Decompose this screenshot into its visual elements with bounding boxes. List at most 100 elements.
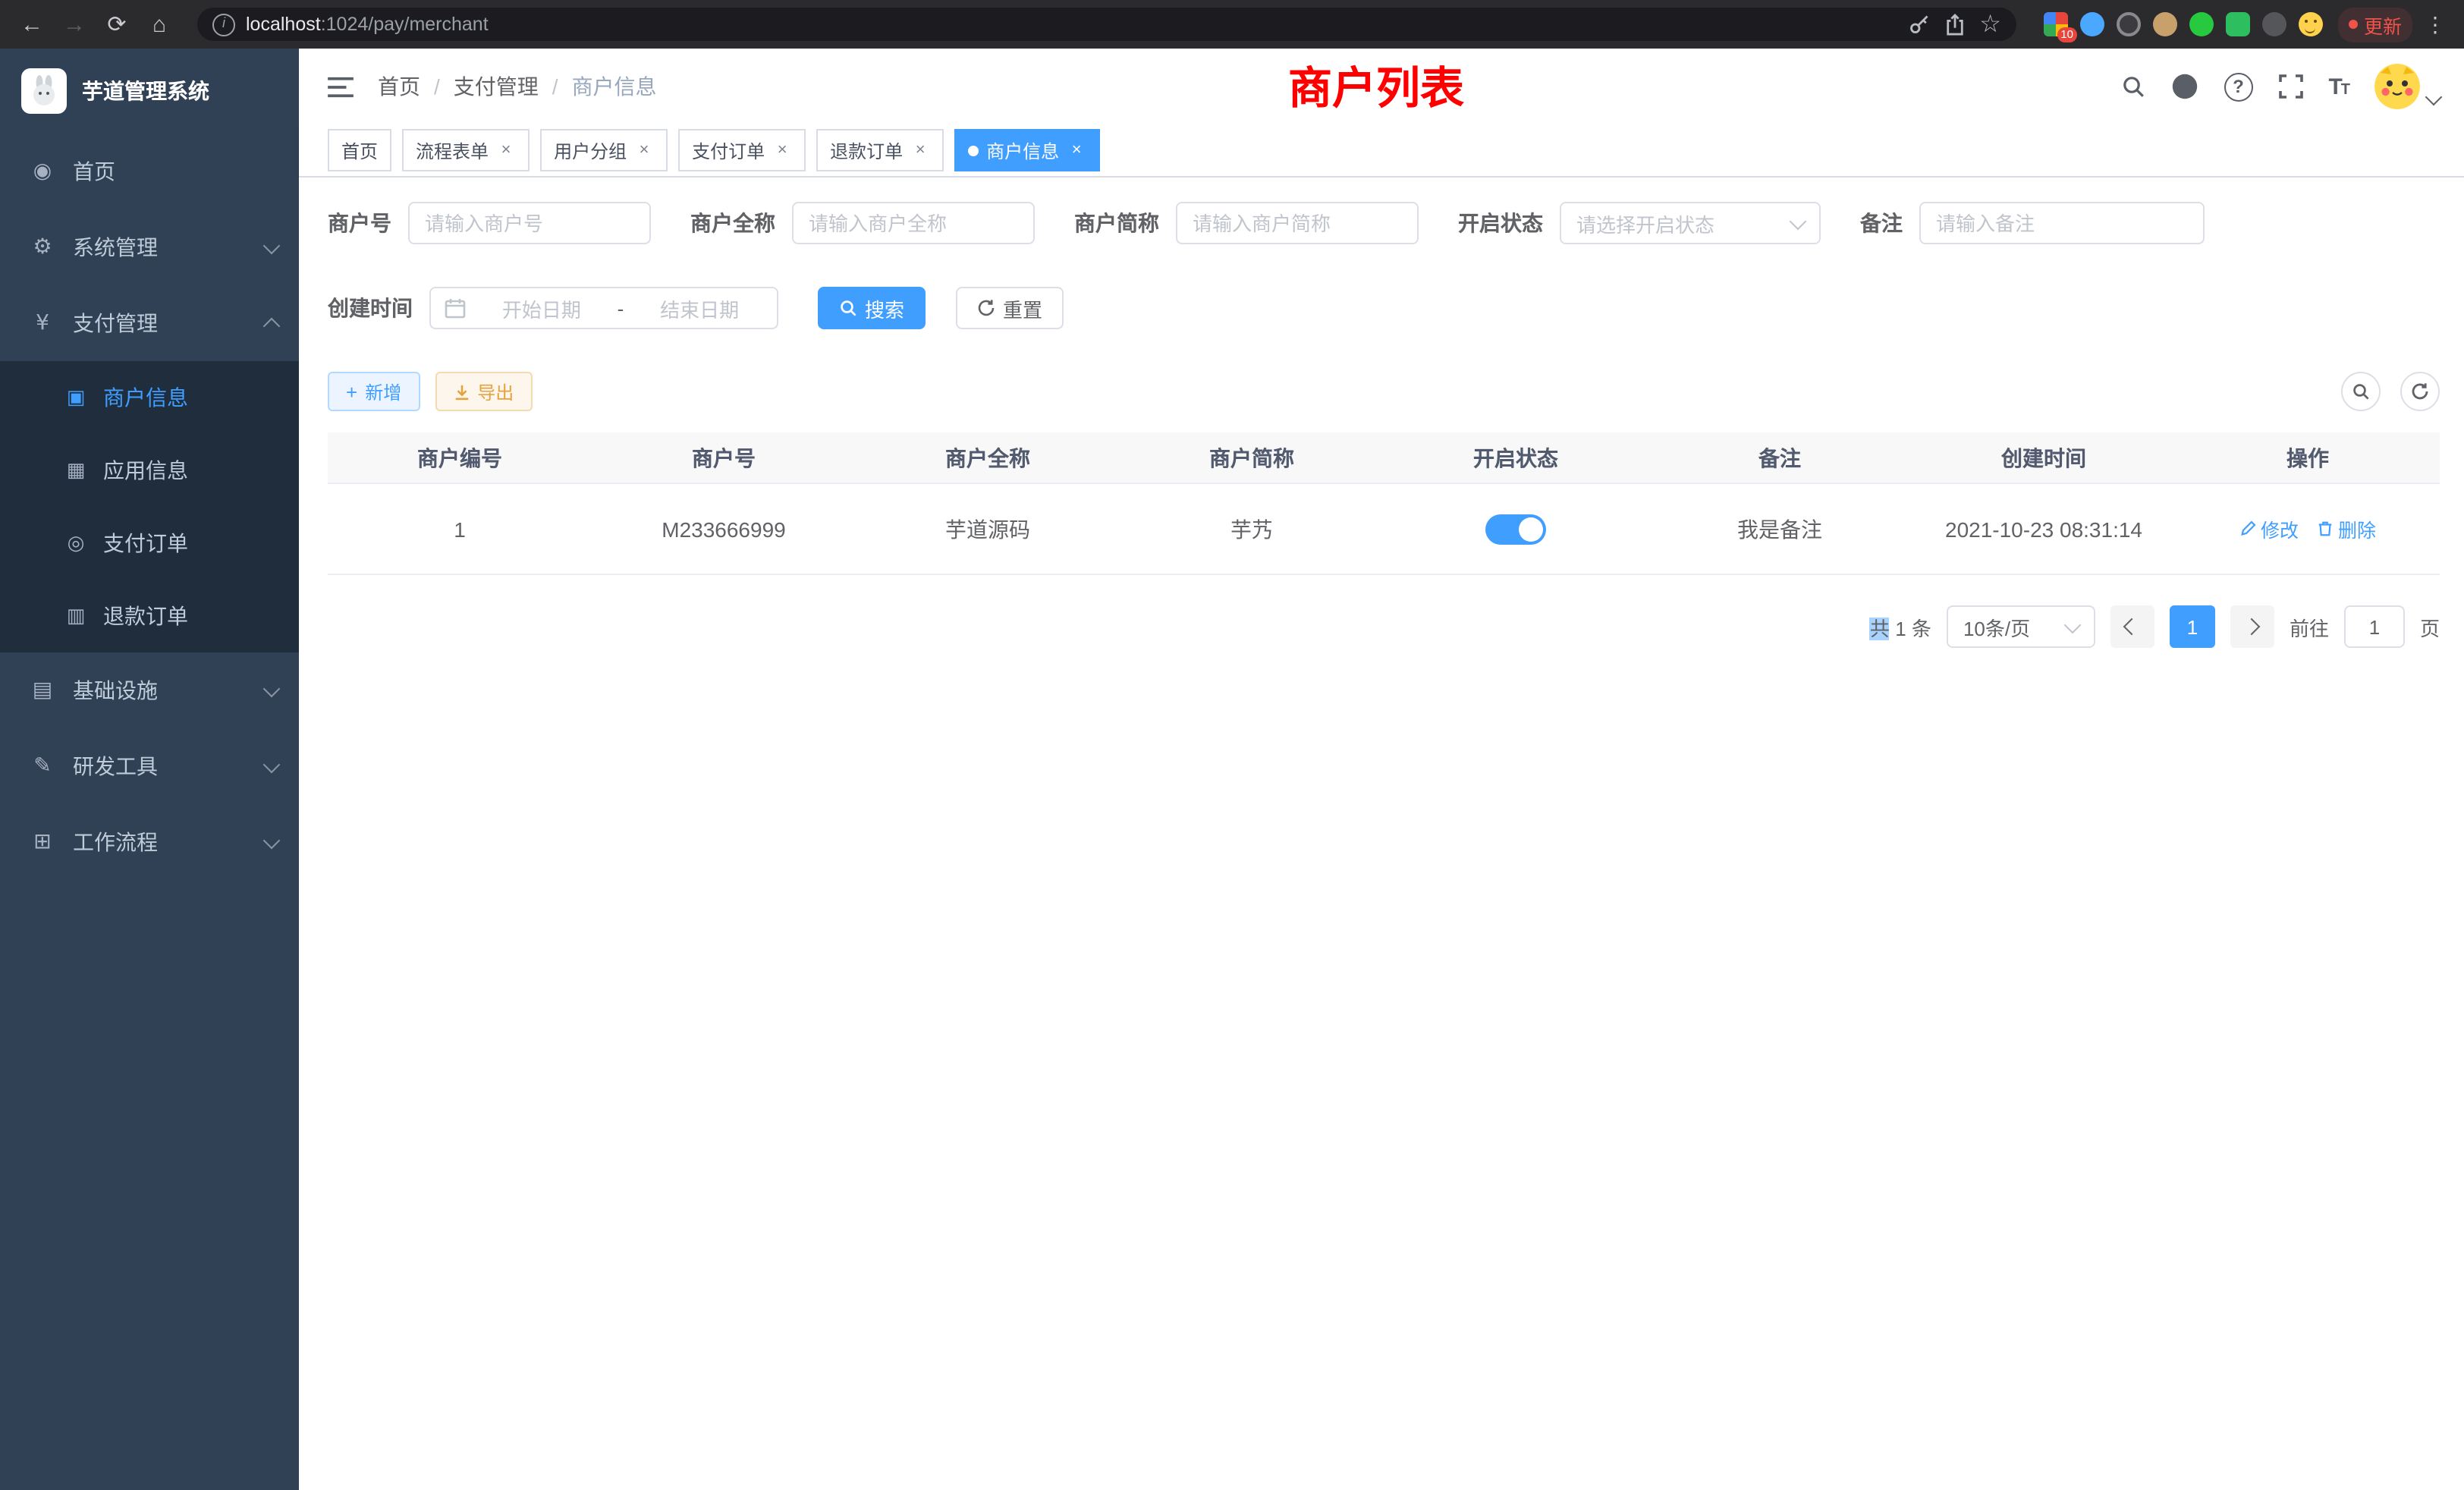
site-info-icon[interactable]: i	[212, 13, 235, 36]
refresh-table-button[interactable]	[2400, 372, 2440, 411]
sidebar-item-system[interactable]: ⚙ 系统管理	[0, 209, 299, 285]
status-select[interactable]: 请选择开启状态	[1560, 202, 1821, 244]
search-form-row-2: 创建时间 开始日期 - 结束日期 搜索 重置	[328, 287, 2440, 329]
extension-ring-icon[interactable]	[2117, 12, 2141, 36]
browser-reload-icon[interactable]: ⟳	[100, 8, 134, 41]
sidebar-item-refund-order[interactable]: ▥ 退款订单	[0, 580, 299, 652]
sidebar-item-workflow[interactable]: ⊞ 工作流程	[0, 804, 299, 880]
extension-drop-icon[interactable]	[2080, 12, 2104, 36]
help-icon[interactable]: ?	[2224, 72, 2252, 101]
close-icon[interactable]: ×	[496, 140, 516, 160]
font-size-icon[interactable]: TT	[2328, 74, 2349, 99]
extension-note-icon[interactable]	[2226, 12, 2250, 36]
cell-status	[1384, 483, 1648, 574]
close-icon[interactable]: ×	[634, 140, 654, 160]
document-icon: ▥	[64, 605, 88, 627]
table-row: 1 M233666999 芋道源码 芋艿 我是备注 2021-10-23 08:…	[328, 483, 2440, 574]
sidebar: 芋道管理系统 ◉ 首页 ⚙ 系统管理 ¥ 支付管理 ▣ 商户信息	[0, 49, 299, 1490]
browser-update-button[interactable]: 更新	[2338, 7, 2412, 42]
prev-page-button[interactable]	[2110, 605, 2154, 648]
app-logo[interactable]: 芋道管理系统	[0, 49, 299, 134]
password-key-icon[interactable]	[1908, 14, 1929, 35]
goto-page-input[interactable]	[2344, 605, 2405, 648]
bookmark-star-icon[interactable]: ☆	[1979, 9, 2001, 39]
chevron-down-icon	[263, 831, 281, 849]
sidebar-item-dev-tools[interactable]: ✎ 研发工具	[0, 728, 299, 804]
breadcrumb-home[interactable]: 首页	[378, 71, 420, 102]
col-status: 开启状态	[1384, 432, 1648, 483]
search-icon[interactable]	[2120, 74, 2145, 99]
chevron-left-icon	[2124, 618, 2142, 636]
next-page-button[interactable]	[2230, 605, 2274, 648]
col-remark: 备注	[1648, 432, 1912, 483]
share-icon[interactable]	[1944, 13, 1964, 36]
sidebar-item-pay-order[interactable]: ◎ 支付订单	[0, 507, 299, 580]
browser-menu-icon[interactable]: ⋮	[2422, 11, 2449, 37]
github-icon[interactable]	[2170, 73, 2198, 100]
breadcrumb-payment[interactable]: 支付管理	[454, 71, 539, 102]
sidebar-item-merchant-info[interactable]: ▣ 商户信息	[0, 361, 299, 434]
tools-icon: ✎	[30, 754, 55, 778]
refresh-icon	[977, 299, 995, 317]
avatar[interactable]	[2374, 64, 2420, 109]
extension-green-icon[interactable]	[2189, 12, 2214, 36]
screen: ← → ⟳ ⌂ i localhost:1024/pay/merchant ☆ …	[0, 0, 2464, 1490]
sidebar-item-app-info[interactable]: ▦ 应用信息	[0, 434, 299, 507]
chevron-down-icon	[263, 680, 281, 697]
add-button[interactable]: + 新增	[328, 372, 420, 411]
top-navbar: 首页 / 支付管理 / 商户信息 商户列表 ?	[299, 49, 2464, 124]
date-end-placeholder: 结束日期	[636, 294, 763, 322]
cell-created-at: 2021-10-23 08:31:14	[1912, 483, 2176, 574]
extension-smiley-icon[interactable]	[2299, 12, 2323, 36]
sidebar-item-payment[interactable]: ¥ 支付管理	[0, 285, 299, 361]
tab-refund-order[interactable]: 退款订单×	[816, 129, 944, 171]
browser-back-icon[interactable]: ←	[15, 8, 49, 41]
date-range-picker[interactable]: 开始日期 - 结束日期	[429, 287, 778, 329]
tags-view-bar: 首页 流程表单× 用户分组× 支付订单× 退款订单× 商户信息×	[299, 124, 2464, 178]
toggle-search-button[interactable]	[2341, 372, 2381, 411]
plus-icon: +	[346, 382, 357, 401]
hamburger-icon[interactable]	[322, 69, 360, 104]
cell-actions: 修改 删除	[2176, 483, 2440, 574]
page-1-button[interactable]: 1	[2170, 605, 2215, 648]
status-toggle[interactable]	[1485, 514, 1546, 544]
tab-merchant-info[interactable]: 商户信息×	[954, 129, 1100, 171]
delete-link[interactable]: 删除	[2317, 514, 2376, 543]
edit-link[interactable]: 修改	[2239, 514, 2299, 543]
sidebar-item-home[interactable]: ◉ 首页	[0, 134, 299, 209]
close-icon[interactable]: ×	[772, 140, 792, 160]
address-bar[interactable]: i localhost:1024/pay/merchant ☆	[197, 8, 2016, 41]
search-form-row-1: 商户号 商户全称 商户简称 开启状态 请选择开启状态	[328, 202, 2440, 244]
short-name-label: 商户简称	[1074, 208, 1159, 238]
extension-puzzle-icon[interactable]	[2262, 12, 2286, 36]
tab-user-group[interactable]: 用户分组×	[540, 129, 668, 171]
goto-label: 前往	[2290, 612, 2329, 641]
user-menu[interactable]	[2374, 64, 2440, 109]
page-size-select[interactable]: 10条/页	[1947, 605, 2095, 648]
browser-home-icon[interactable]: ⌂	[143, 8, 176, 41]
remark-input[interactable]	[1919, 202, 2205, 244]
annotation-merchant-list: 商户列表	[1288, 53, 1464, 117]
fullscreen-icon[interactable]	[2278, 74, 2302, 99]
date-start-placeholder: 开始日期	[478, 294, 605, 322]
short-name-input[interactable]	[1176, 202, 1419, 244]
breadcrumb-separator: /	[434, 74, 440, 99]
search-button[interactable]: 搜索	[818, 287, 926, 329]
extension-avatar-icon[interactable]	[2153, 12, 2177, 36]
tab-process-form[interactable]: 流程表单×	[402, 129, 530, 171]
close-icon[interactable]: ×	[910, 140, 930, 160]
close-icon[interactable]: ×	[1067, 140, 1086, 160]
browser-forward-icon[interactable]: →	[58, 8, 91, 41]
extension-grid-icon[interactable]: 10	[2044, 12, 2068, 36]
col-actions: 操作	[2176, 432, 2440, 483]
merchant-no-input[interactable]	[408, 202, 651, 244]
full-name-label: 商户全称	[690, 208, 775, 238]
tab-pay-order[interactable]: 支付订单×	[678, 129, 806, 171]
cell-remark: 我是备注	[1648, 483, 1912, 574]
reset-button[interactable]: 重置	[956, 287, 1064, 329]
full-name-input[interactable]	[792, 202, 1035, 244]
export-button[interactable]: 导出	[435, 372, 532, 411]
tab-home[interactable]: 首页	[328, 129, 391, 171]
trash-icon	[2317, 520, 2334, 537]
sidebar-item-infrastructure[interactable]: ▤ 基础设施	[0, 652, 299, 728]
